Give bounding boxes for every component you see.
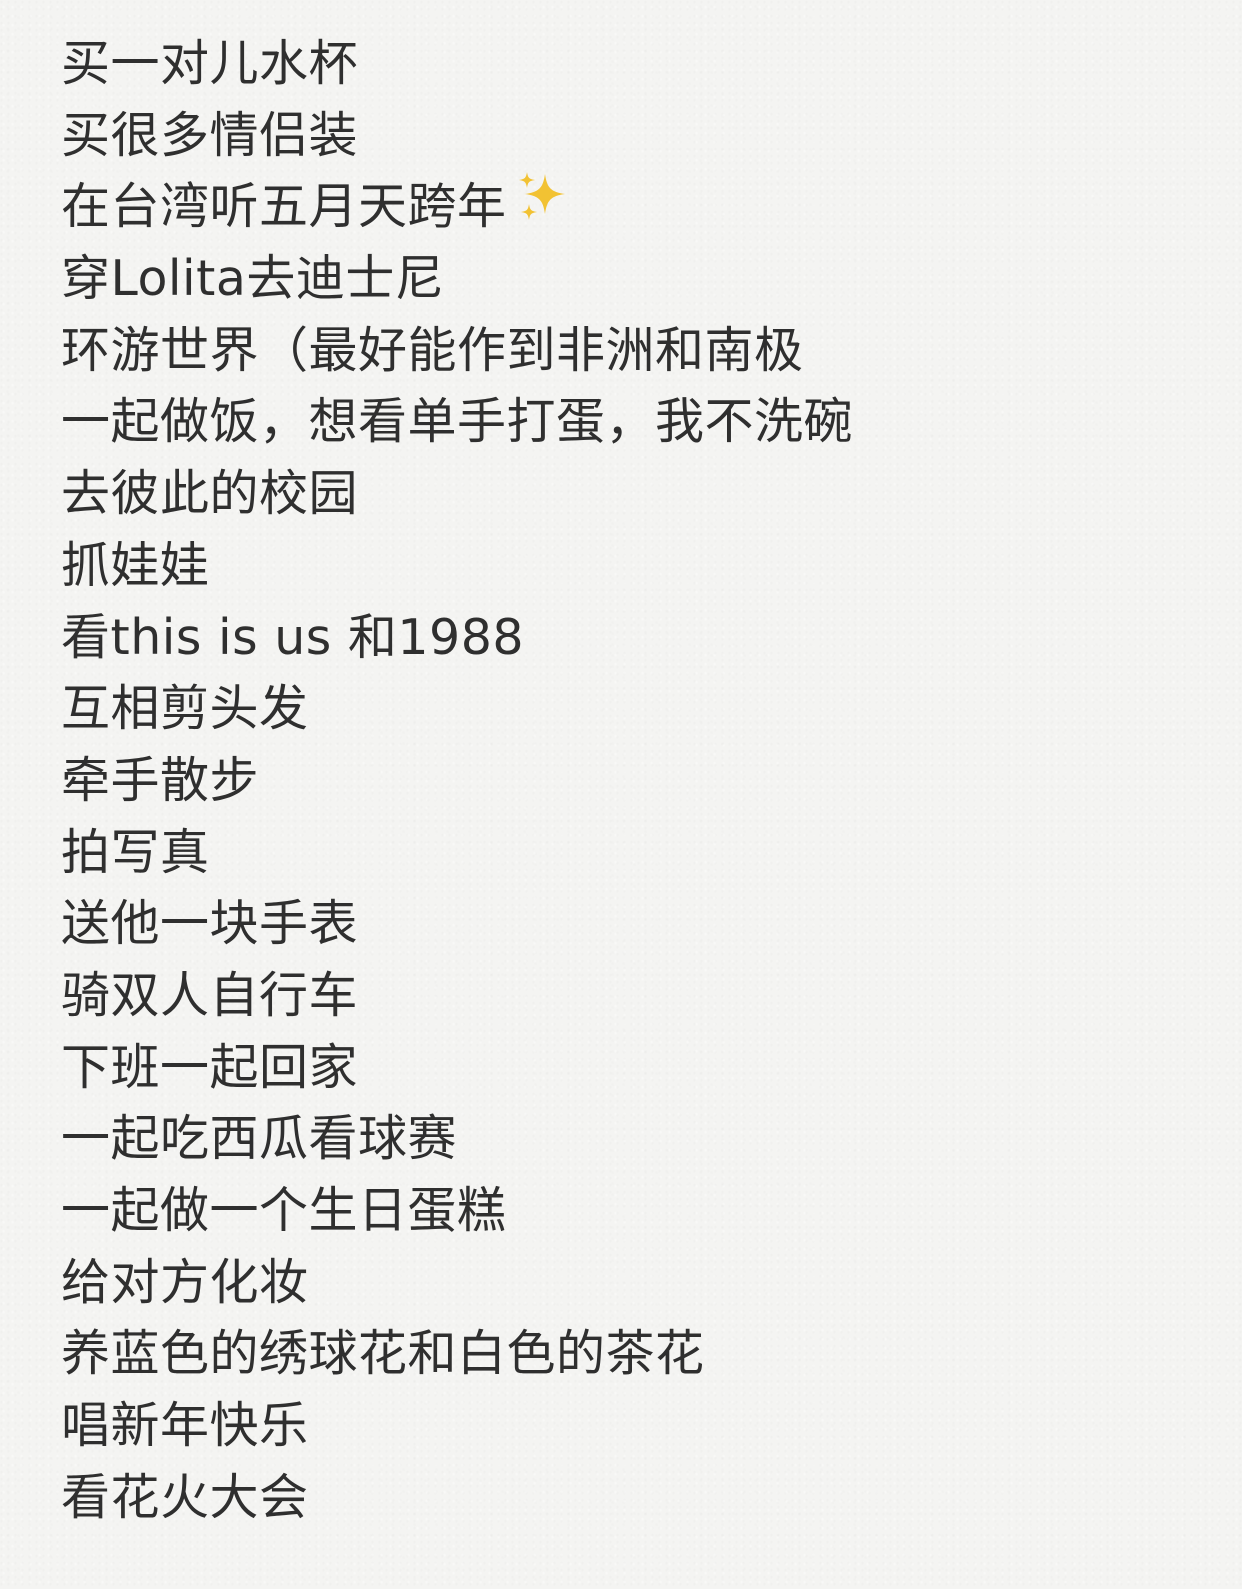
wish-line: 在台湾听五月天跨年 [61, 171, 853, 243]
wish-line-text: 看this is us 和1988 [61, 608, 525, 666]
wish-line-text: 下班一起回家 [61, 1038, 359, 1096]
wish-line: 骑双人自行车 [61, 960, 853, 1032]
wish-line-text: 穿Lolita去迪士尼 [61, 250, 445, 308]
wish-line: 一起吃西瓜看球赛 [61, 1103, 853, 1175]
wish-line-text: 去彼此的校园 [61, 465, 359, 523]
wish-line-text: 在台湾听五月天跨年 [61, 178, 507, 236]
wish-line: 买一对儿水杯 [61, 28, 853, 100]
wish-line: 去彼此的校园 [61, 458, 853, 530]
wish-line-text: 牵手散步 [61, 751, 260, 809]
wish-line-text: 一起做饭，想看单手打蛋，我不洗碗 [61, 393, 854, 451]
wish-line: 环游世界（最好能作到非洲和南极 [61, 315, 853, 387]
wish-line: 下班一起回家 [61, 1032, 853, 1104]
wish-line: 买很多情侣装 [61, 100, 853, 172]
wish-line-text: 给对方化妆 [61, 1253, 309, 1311]
wish-line-text: 抓娃娃 [61, 536, 210, 594]
wish-line-text: 骑双人自行车 [61, 966, 359, 1024]
wish-line-text: 养蓝色的绣球花和白色的茶花 [61, 1325, 705, 1383]
wish-line: 看this is us 和1988 [61, 602, 853, 674]
wish-line: 一起做一个生日蛋糕 [61, 1175, 853, 1247]
wish-line: 养蓝色的绣球花和白色的茶花 [61, 1318, 853, 1390]
wish-line-text: 看花火大会 [61, 1468, 309, 1526]
wish-line-text: 一起做一个生日蛋糕 [61, 1182, 507, 1239]
wish-line-text: 互相剪头发 [61, 680, 309, 738]
wish-line: 拍写真 [61, 817, 853, 889]
wish-line: 看花火大会 [61, 1462, 853, 1534]
wish-line-text: 送他一块手表 [61, 895, 359, 953]
wish-line-text: 环游世界（最好能作到非洲和南极 [61, 321, 804, 379]
wish-line: 互相剪头发 [61, 673, 853, 745]
sparkles-icon [515, 168, 571, 244]
wish-line: 送他一块手表 [61, 888, 853, 960]
wish-line: 给对方化妆 [61, 1247, 853, 1319]
wish-line-text: 唱新年快乐 [61, 1397, 309, 1455]
wish-line-text: 一起吃西瓜看球赛 [61, 1110, 458, 1168]
wish-list: 买一对儿水杯 买很多情侣装 在台湾听五月天跨年 穿Lolita去迪士尼 环游世界… [61, 28, 853, 1533]
wish-line: 抓娃娃 [61, 530, 853, 602]
wish-line: 牵手散步 [61, 745, 853, 817]
wish-line: 唱新年快乐 [61, 1390, 853, 1462]
wish-line-text: 买一对儿水杯 [61, 35, 359, 92]
wish-line-text: 买很多情侣装 [61, 106, 359, 164]
wish-line: 穿Lolita去迪士尼 [61, 243, 853, 315]
wish-line: 一起做饭，想看单手打蛋，我不洗碗 [61, 386, 853, 458]
wish-line-text: 拍写真 [61, 823, 210, 881]
note-page: 买一对儿水杯 买很多情侣装 在台湾听五月天跨年 穿Lolita去迪士尼 环游世界… [0, 0, 1242, 1589]
